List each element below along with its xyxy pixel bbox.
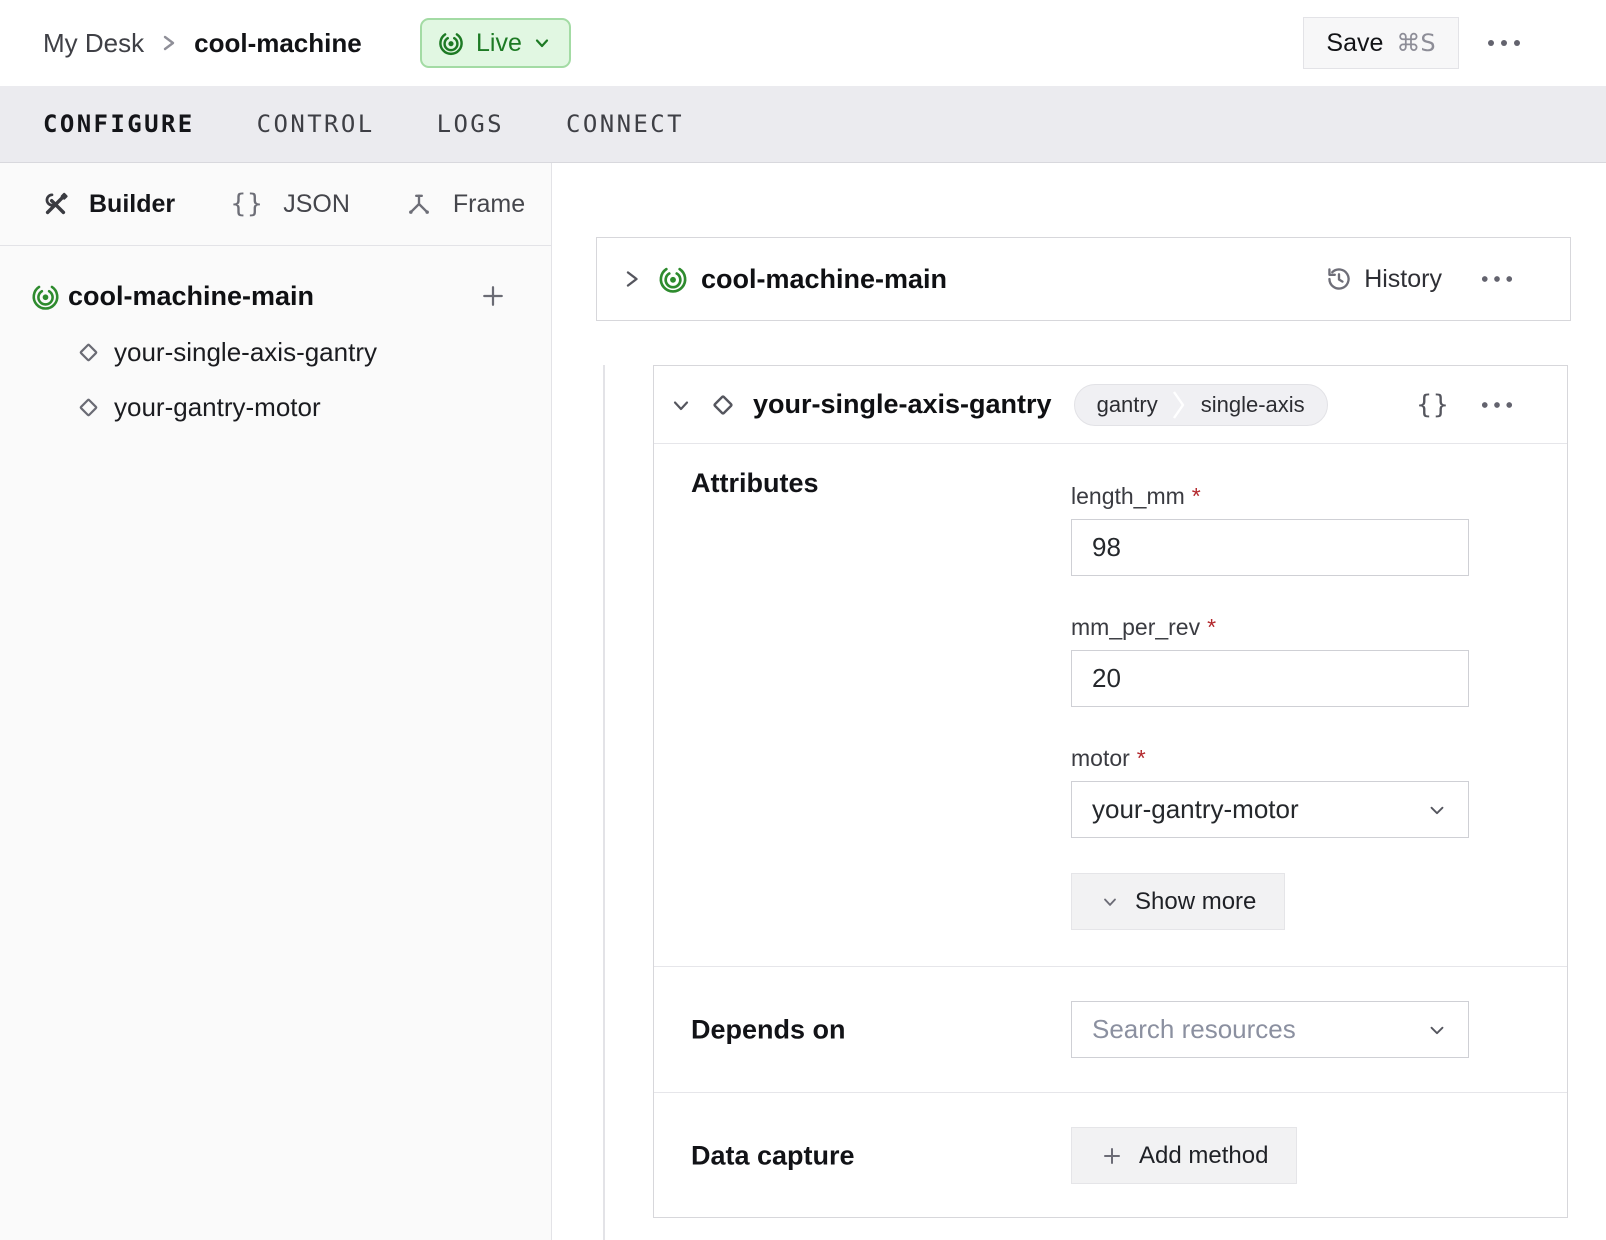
field-length-mm: length_mm * bbox=[1071, 482, 1469, 576]
machine-part-tree: cool-machine-main your-single-axis-gantr… bbox=[0, 246, 551, 428]
mode-builder[interactable]: Builder bbox=[42, 190, 175, 219]
chevron-right-icon bbox=[161, 30, 177, 56]
chevron-down-icon bbox=[1100, 892, 1120, 912]
component-title: your-single-axis-gantry bbox=[753, 389, 1052, 420]
edit-json-button[interactable]: {} bbox=[1416, 390, 1449, 420]
show-more-label: Show more bbox=[1135, 888, 1256, 916]
ellipsis-icon bbox=[1481, 401, 1513, 409]
ellipsis-icon bbox=[1481, 275, 1513, 283]
component-type: gantry bbox=[1075, 385, 1172, 425]
tab-logs[interactable]: LOGS bbox=[437, 110, 504, 138]
required-asterisk: * bbox=[1207, 613, 1216, 641]
component-diamond-icon bbox=[707, 389, 739, 421]
component-card: your-single-axis-gantry gantry single-ax… bbox=[653, 365, 1568, 1218]
tree-item-motor-label: your-gantry-motor bbox=[114, 392, 321, 423]
component-diamond-icon bbox=[74, 338, 103, 367]
tree-item-motor[interactable]: your-gantry-motor bbox=[0, 386, 551, 428]
history-clock-icon bbox=[1325, 265, 1353, 293]
tools-icon bbox=[42, 191, 69, 218]
add-method-button[interactable]: Add method bbox=[1071, 1127, 1297, 1184]
broadcast-icon bbox=[437, 29, 465, 57]
configure-main-panel: cool-machine-main History bbox=[552, 163, 1606, 1240]
collapse-chevron-down-icon[interactable] bbox=[669, 393, 693, 417]
part-group-connector bbox=[603, 365, 605, 1240]
mode-frame[interactable]: Frame bbox=[405, 190, 525, 219]
expand-chevron-right-icon[interactable] bbox=[621, 266, 643, 292]
component-card-header: your-single-axis-gantry gantry single-ax… bbox=[654, 366, 1567, 444]
frame-icon bbox=[405, 190, 433, 218]
ellipsis-icon bbox=[1487, 39, 1521, 47]
header-overflow-menu-button[interactable] bbox=[1482, 28, 1526, 58]
show-more-button[interactable]: Show more bbox=[1071, 873, 1285, 930]
mode-json-label: JSON bbox=[283, 190, 350, 219]
field-mm-per-rev-label: mm_per_rev bbox=[1071, 613, 1200, 641]
component-model: single-axis bbox=[1187, 385, 1327, 425]
chevron-down-icon bbox=[1426, 1019, 1448, 1041]
length-mm-input[interactable] bbox=[1071, 519, 1469, 576]
configure-sidebar: Builder {} JSON Frame bbox=[0, 163, 552, 1240]
component-menu-button[interactable] bbox=[1481, 401, 1513, 409]
attributes-section-label: Attributes bbox=[691, 468, 819, 499]
motor-select[interactable]: your-gantry-motor bbox=[1071, 781, 1469, 838]
tab-connect[interactable]: CONNECT bbox=[566, 110, 684, 138]
attributes-section: Attributes length_mm * mm_per_rev * bbox=[654, 444, 1567, 966]
chevron-down-icon bbox=[533, 34, 551, 52]
machine-name: cool-machine bbox=[194, 28, 362, 59]
live-status-badge[interactable]: Live bbox=[420, 18, 571, 68]
history-label: History bbox=[1364, 265, 1442, 294]
tab-configure[interactable]: CONFIGURE bbox=[43, 110, 195, 138]
tab-control[interactable]: CONTROL bbox=[257, 110, 375, 138]
tree-item-gantry[interactable]: your-single-axis-gantry bbox=[0, 331, 551, 373]
depends-on-section: Depends on Search resources bbox=[654, 966, 1567, 1092]
field-length-mm-label: length_mm bbox=[1071, 482, 1185, 510]
save-button-label: Save bbox=[1326, 29, 1383, 58]
broadcast-icon bbox=[657, 263, 689, 295]
save-shortcut: ⌘S bbox=[1396, 29, 1435, 57]
field-motor: motor * your-gantry-motor bbox=[1071, 744, 1469, 838]
broadcast-icon bbox=[30, 281, 61, 312]
motor-select-value: your-gantry-motor bbox=[1092, 794, 1299, 825]
badge-divider-chevron bbox=[1172, 384, 1187, 426]
history-button[interactable]: History bbox=[1325, 265, 1442, 294]
plus-icon bbox=[1100, 1144, 1124, 1168]
part-card-title: cool-machine-main bbox=[701, 264, 947, 295]
part-card-menu-button[interactable] bbox=[1481, 275, 1513, 283]
mode-json[interactable]: {} JSON bbox=[230, 189, 350, 219]
tree-item-gantry-label: your-single-axis-gantry bbox=[114, 337, 377, 368]
app-header: My Desk cool-machine Live Save ⌘S bbox=[0, 0, 1606, 86]
tree-item-main-part-label: cool-machine-main bbox=[68, 281, 314, 312]
live-status-label: Live bbox=[476, 29, 522, 58]
required-asterisk: * bbox=[1137, 744, 1146, 772]
component-type-badge: gantry single-axis bbox=[1074, 384, 1328, 426]
mode-builder-label: Builder bbox=[89, 190, 175, 219]
part-card: cool-machine-main History bbox=[596, 237, 1571, 321]
required-asterisk: * bbox=[1192, 482, 1201, 510]
breadcrumb-parent[interactable]: My Desk bbox=[43, 28, 144, 59]
depends-on-select[interactable]: Search resources bbox=[1071, 1001, 1469, 1058]
field-motor-label: motor bbox=[1071, 744, 1130, 772]
braces-icon: {} bbox=[230, 189, 263, 219]
plus-icon bbox=[479, 282, 507, 310]
mode-frame-label: Frame bbox=[453, 190, 525, 219]
data-capture-label: Data capture bbox=[691, 1141, 855, 1172]
config-mode-switcher: Builder {} JSON Frame bbox=[0, 163, 551, 246]
add-method-label: Add method bbox=[1139, 1142, 1268, 1170]
chevron-down-icon bbox=[1426, 799, 1448, 821]
data-capture-section: Data capture Add method bbox=[654, 1092, 1567, 1219]
depends-on-placeholder: Search resources bbox=[1092, 1014, 1296, 1045]
add-component-button[interactable] bbox=[479, 282, 507, 310]
save-button[interactable]: Save ⌘S bbox=[1303, 17, 1459, 69]
component-diamond-icon bbox=[74, 393, 103, 422]
breadcrumb: My Desk cool-machine bbox=[43, 0, 362, 86]
machine-tabbar: CONFIGURE CONTROL LOGS CONNECT bbox=[0, 86, 1606, 163]
depends-on-label: Depends on bbox=[691, 1014, 846, 1045]
tree-item-main-part[interactable]: cool-machine-main bbox=[0, 274, 551, 318]
mm-per-rev-input[interactable] bbox=[1071, 650, 1469, 707]
field-mm-per-rev: mm_per_rev * bbox=[1071, 613, 1469, 707]
